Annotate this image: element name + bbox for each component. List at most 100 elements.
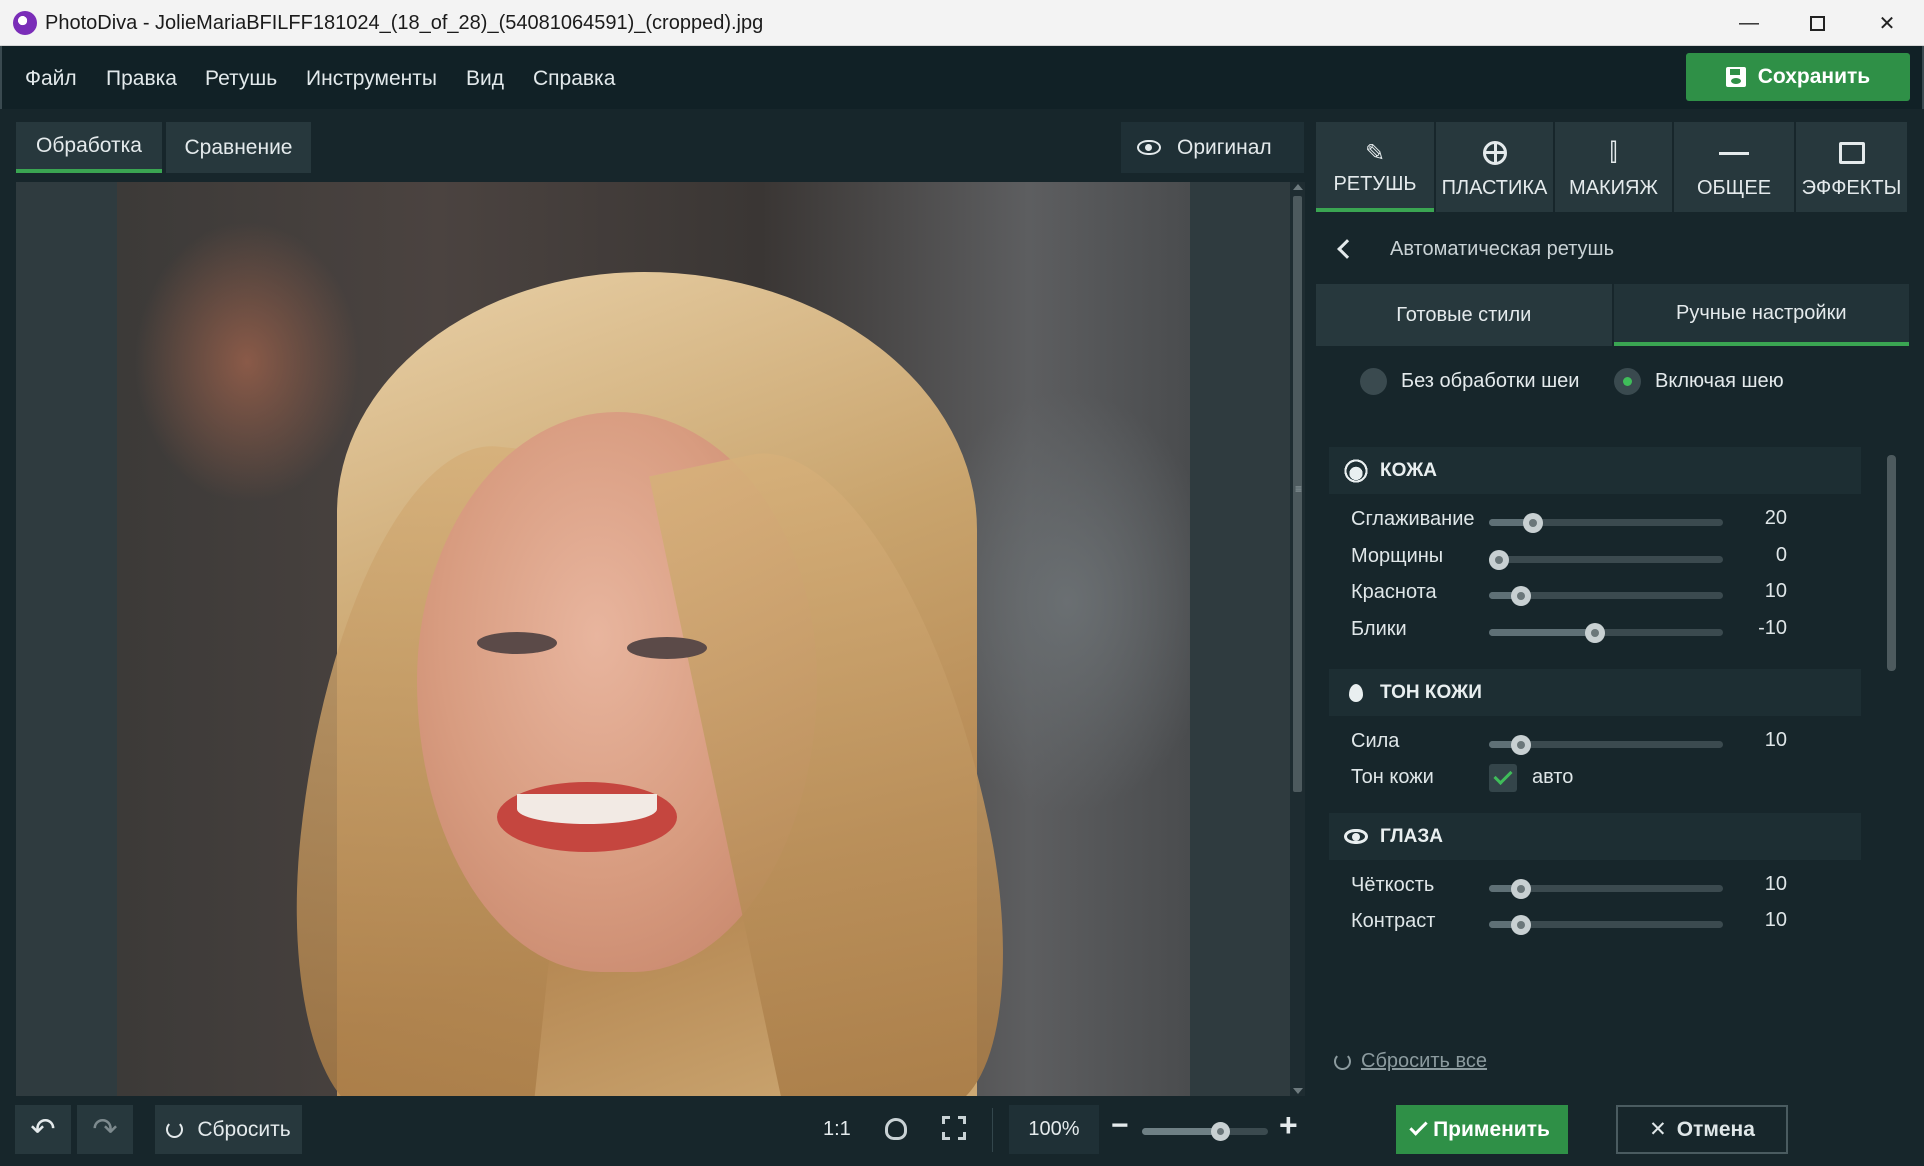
- fit-screen-icon[interactable]: [942, 1116, 966, 1140]
- zoom-in-icon[interactable]: +: [1279, 1107, 1298, 1144]
- scroll-down-icon[interactable]: [1293, 1088, 1303, 1094]
- slider-label: Сглаживание: [1351, 508, 1475, 530]
- drop-icon: [1349, 683, 1363, 702]
- slider-knob[interactable]: [1585, 623, 1605, 643]
- auto-tone-checkbox[interactable]: [1489, 764, 1517, 792]
- maximize-button[interactable]: [1782, 0, 1852, 46]
- menu-bar: Файл Правка Ретушь Инструменты Вид Справ…: [0, 46, 1924, 109]
- slider-knob[interactable]: [1523, 513, 1543, 533]
- slider-value[interactable]: 0: [1747, 544, 1787, 567]
- effects-frame-icon: [1837, 138, 1867, 168]
- slider-row: Контраст 10: [1329, 904, 1861, 940]
- settings-list: КОЖА Сглаживание 20 Морщины 0 Краснота 1…: [1329, 447, 1869, 1037]
- radio-no-neck[interactable]: Без обработки шеи: [1360, 368, 1579, 395]
- panel-scrollbar[interactable]: [1884, 447, 1900, 1037]
- slider-row: Краснота 10: [1329, 575, 1861, 611]
- tab-processing[interactable]: Обработка: [16, 122, 162, 173]
- slider-value[interactable]: 10: [1747, 909, 1787, 932]
- radio-no-neck-circle[interactable]: [1360, 368, 1387, 395]
- workspace: Обработка Сравнение Оригинал ≡ ↶ ↷ Сброс…: [2, 109, 1316, 1166]
- reset-all-label: Сбросить все: [1361, 1050, 1487, 1072]
- actual-size-button[interactable]: 1:1: [823, 1118, 851, 1141]
- slider-knob[interactable]: [1489, 550, 1509, 570]
- tab-processing-label: Обработка: [36, 133, 142, 157]
- menu-tools[interactable]: Инструменты: [306, 67, 437, 91]
- section-skin-tone[interactable]: ТОН КОЖИ: [1329, 669, 1861, 716]
- tab-ready-styles[interactable]: Готовые стили: [1316, 284, 1612, 346]
- slider-knob[interactable]: [1511, 735, 1531, 755]
- menu-file[interactable]: Файл: [25, 67, 77, 91]
- slider-value[interactable]: -10: [1747, 617, 1787, 640]
- tab-retouch[interactable]: ✎ РЕТУШЬ: [1316, 122, 1434, 212]
- wrinkles-slider[interactable]: [1489, 550, 1723, 570]
- tab-plastic[interactable]: ПЛАСТИКА: [1436, 122, 1553, 212]
- slider-knob[interactable]: [1511, 915, 1531, 935]
- menu-edit[interactable]: Правка: [106, 67, 177, 91]
- smoothing-slider[interactable]: [1489, 513, 1723, 533]
- photo-canvas[interactable]: ≡: [16, 182, 1305, 1096]
- cancel-label: Отмена: [1676, 1117, 1755, 1141]
- menu-help[interactable]: Справка: [533, 67, 615, 91]
- tab-effects-label: ЭФФЕКТЫ: [1801, 177, 1902, 199]
- reset-icon: [166, 1121, 184, 1138]
- tab-makeup[interactable]: ⫿ МАКИЯЖ: [1555, 122, 1672, 212]
- slider-knob[interactable]: [1511, 879, 1531, 899]
- slider-label: Морщины: [1351, 545, 1444, 567]
- tab-effects[interactable]: ЭФФЕКТЫ: [1796, 122, 1907, 212]
- tab-plastic-label: ПЛАСТИКА: [1441, 177, 1548, 199]
- zoom-value[interactable]: 100%: [1009, 1105, 1099, 1154]
- contrast-slider[interactable]: [1489, 915, 1723, 935]
- eye-icon: [1137, 140, 1161, 155]
- slider-knob[interactable]: [1511, 586, 1531, 606]
- radio-with-neck[interactable]: Включая шею: [1614, 368, 1784, 395]
- close-button[interactable]: ✕: [1852, 0, 1922, 46]
- tab-compare[interactable]: Сравнение: [166, 122, 311, 173]
- apply-button[interactable]: Применить: [1396, 1105, 1568, 1154]
- sharpness-slider[interactable]: [1489, 879, 1723, 899]
- settings-panel: ✎ РЕТУШЬ ПЛАСТИКА ⫿ МАКИЯЖ ОБЩЕЕ ЭФФЕКТЫ…: [1316, 109, 1924, 1166]
- face-detect-icon[interactable]: [885, 1118, 907, 1140]
- undo-button[interactable]: ↶: [15, 1105, 71, 1154]
- section-skin[interactable]: КОЖА: [1329, 447, 1861, 494]
- sliders-icon: [1719, 138, 1749, 168]
- menu-view[interactable]: Вид: [466, 67, 504, 91]
- reset-all-link[interactable]: Сбросить все: [1334, 1050, 1487, 1073]
- back-chevron-icon[interactable]: [1337, 239, 1357, 259]
- canvas-scrollbar[interactable]: ≡: [1290, 182, 1305, 1096]
- reset-button[interactable]: Сбросить: [155, 1105, 302, 1154]
- eye-icon: [1344, 829, 1368, 844]
- highlights-slider[interactable]: [1489, 623, 1723, 643]
- cancel-button[interactable]: ✕ Отмена: [1616, 1105, 1788, 1154]
- section-eyes[interactable]: ГЛАЗА: [1329, 813, 1861, 860]
- zoom-slider-knob[interactable]: [1211, 1122, 1231, 1141]
- menu-retouch[interactable]: Ретушь: [205, 67, 277, 91]
- redo-button[interactable]: ↷: [77, 1105, 133, 1154]
- slider-label: Краснота: [1351, 581, 1437, 603]
- tab-manual-settings[interactable]: Ручные настройки: [1613, 284, 1909, 346]
- scroll-up-icon[interactable]: [1293, 184, 1303, 190]
- retouch-brush-icon: ✎: [1364, 139, 1386, 167]
- slider-value[interactable]: 10: [1747, 729, 1787, 752]
- redo-icon: ↷: [92, 1112, 118, 1146]
- canvas-scroll-thumb[interactable]: ≡: [1293, 196, 1302, 792]
- panel-scroll-thumb[interactable]: [1887, 455, 1896, 671]
- radio-with-neck-circle[interactable]: [1614, 368, 1641, 395]
- slider-row: Блики -10: [1329, 612, 1861, 648]
- category-tabs: ✎ РЕТУШЬ ПЛАСТИКА ⫿ МАКИЯЖ ОБЩЕЕ ЭФФЕКТЫ: [1316, 122, 1909, 212]
- save-button[interactable]: Сохранить: [1686, 53, 1910, 101]
- slider-value[interactable]: 10: [1747, 580, 1787, 603]
- auto-tone-label[interactable]: авто: [1532, 766, 1573, 789]
- slider-value[interactable]: 20: [1747, 507, 1787, 530]
- redness-slider[interactable]: [1489, 586, 1723, 606]
- tone-strength-slider[interactable]: [1489, 735, 1723, 755]
- tab-general[interactable]: ОБЩЕЕ: [1674, 122, 1794, 212]
- tab-manual-settings-label: Ручные настройки: [1675, 301, 1847, 324]
- photo-image: [117, 182, 1190, 1096]
- zoom-out-icon[interactable]: −: [1111, 1109, 1129, 1143]
- slider-value[interactable]: 10: [1747, 873, 1787, 896]
- tab-makeup-label: МАКИЯЖ: [1569, 177, 1658, 199]
- zoom-slider[interactable]: [1142, 1122, 1268, 1141]
- minimize-button[interactable]: —: [1714, 0, 1784, 46]
- original-button[interactable]: Оригинал: [1121, 122, 1304, 173]
- panel-header: Автоматическая ретушь: [1316, 223, 1909, 275]
